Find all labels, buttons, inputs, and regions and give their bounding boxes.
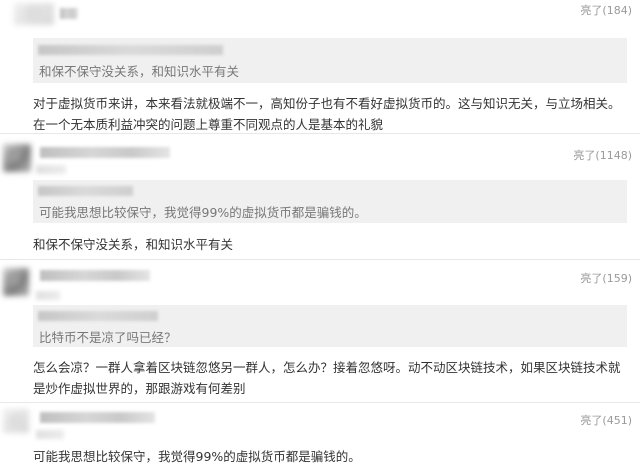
blurred-meta [36,430,64,439]
like-button[interactable]: 亮了(1148) [573,147,632,163]
quoted-comment: 可能我思想比较保守，我觉得99%的虚拟货币都是骗钱的。 [33,180,627,223]
avatar[interactable] [14,3,54,25]
blurred-meta [36,165,66,174]
comment-item: 亮了(1148) 可能我思想比较保守，我觉得99%的虚拟货币都是骗钱的。 和保不… [0,135,640,260]
username-blurred[interactable] [40,412,155,423]
quoted-text: 可能我思想比较保守，我觉得99%的虚拟货币都是骗钱的。 [39,205,367,220]
quoted-username-blurred [38,186,133,196]
like-button[interactable]: 亮了(451) [580,412,632,428]
quoted-username-blurred [38,311,158,321]
quoted-comment: 和保不保守没关系，和知识水平有关 [33,38,627,83]
avatar[interactable] [3,268,29,296]
avatar[interactable] [3,409,29,433]
quoted-comment: 比特币不是凉了吗已经？ [33,305,627,347]
quoted-text: 比特币不是凉了吗已经？ [39,330,177,345]
comment-text: 可能我思想比较保守，我觉得99%的虚拟货币都是骗钱的。 [33,449,361,464]
comment-item: 亮了(451) 可能我思想比较保守，我觉得99%的虚拟货币都是骗钱的。 [0,404,640,472]
comment-text: 和保不保守没关系，和知识水平有关 [33,237,234,252]
comment-text: 怎么会凉？一群人拿着区块链忽悠另一群人，怎么办？接着忽悠呀。动不动区块链技术，如… [33,360,621,396]
comment-text: 对于虚拟货币来讲，本来看法就极端不一，高知份子也有不看好虚拟货币的。这与知识无关… [33,96,621,132]
username-blurred[interactable] [60,8,78,19]
like-button[interactable]: 亮了(159) [580,270,632,286]
quoted-text: 和保不保守没关系，和知识水平有关 [39,64,240,79]
like-button[interactable]: 亮了(184) [580,2,632,18]
username-blurred[interactable] [40,147,170,158]
comment-item: 亮了(159) 比特币不是凉了吗已经？ 怎么会凉？一群人拿着区块链忽悠另一群人，… [0,261,640,403]
quoted-username-blurred [38,45,223,55]
avatar[interactable] [3,144,31,172]
comment-item: 亮了(184) 和保不保守没关系，和知识水平有关 对于虚拟货币来讲，本来看法就极… [0,0,640,134]
username-blurred[interactable] [40,270,150,281]
blurred-meta [36,291,60,300]
